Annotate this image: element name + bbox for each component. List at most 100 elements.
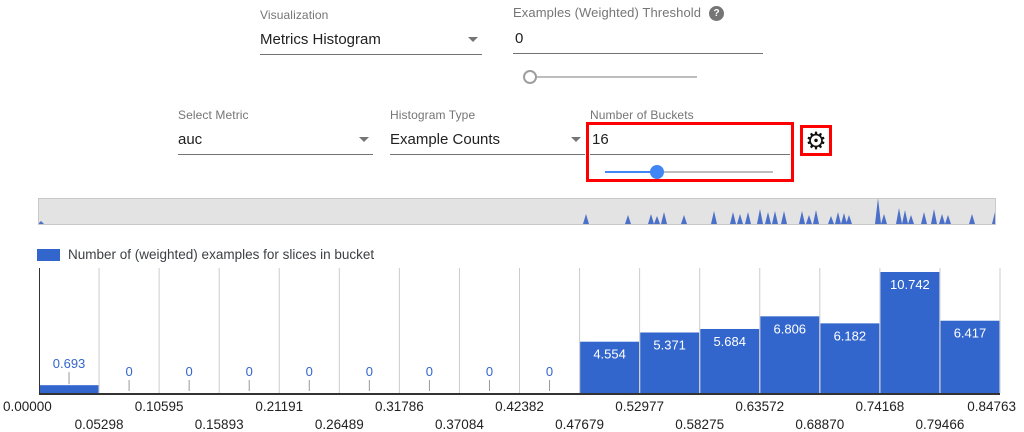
overview-spike	[908, 215, 914, 224]
bar-value-label: 5.371	[653, 338, 686, 353]
bar-value-label: 0	[186, 364, 193, 379]
overview-spike	[875, 199, 881, 224]
metrics-histogram-panel: Visualization Metrics Histogram Examples…	[0, 0, 1024, 432]
x-axis-label: 0.84763	[967, 399, 1016, 414]
x-axis-label: 0.05298	[75, 417, 124, 432]
chevron-down-icon	[359, 137, 369, 142]
bar-value-label: 5.684	[713, 334, 746, 349]
visualization-control: Visualization Metrics Histogram	[260, 8, 482, 55]
x-axis-label: 0.15893	[195, 417, 244, 432]
overview-spike	[781, 211, 787, 224]
num-buckets-input[interactable]	[590, 131, 790, 155]
bar-value-label: 0	[426, 364, 433, 379]
overview-spike	[654, 216, 660, 224]
bar-value-label: 0	[486, 364, 493, 379]
chevron-down-icon	[468, 37, 478, 42]
select-metric-label: Select Metric	[178, 108, 373, 122]
bar-value-label: 0	[546, 364, 553, 379]
threshold-slider[interactable]	[523, 70, 697, 84]
overview-spike	[806, 215, 812, 224]
overview-spike	[835, 212, 841, 224]
overview-spike	[921, 212, 927, 224]
num-buckets-label: Number of Buckets	[590, 108, 790, 122]
overview-spike	[846, 215, 852, 224]
overview-spike	[737, 214, 743, 224]
overview-spike	[772, 211, 778, 224]
overview-spike	[648, 214, 654, 224]
visualization-label: Visualization	[260, 8, 482, 22]
chevron-down-icon	[571, 137, 581, 142]
overview-svg	[39, 199, 995, 224]
histogram-type-select[interactable]: Example Counts	[390, 131, 585, 155]
overview-spike	[931, 209, 937, 224]
overview-spike	[881, 214, 887, 224]
overview-spike	[39, 221, 44, 224]
num-buckets-slider[interactable]	[605, 165, 773, 179]
visualization-select[interactable]: Metrics Histogram	[260, 31, 482, 55]
x-axis-label: 0.58275	[675, 417, 724, 432]
threshold-input[interactable]	[513, 30, 763, 54]
legend-label: Number of (weighted) examples for slices…	[68, 247, 374, 262]
bar-value-label: 0	[125, 364, 132, 379]
histogram-svg: 0.693000000004.5545.3715.6846.8066.18210…	[0, 262, 1024, 432]
overview-spike	[757, 209, 763, 224]
overview-spike	[745, 212, 751, 224]
overview-spike	[841, 213, 847, 224]
legend-swatch	[37, 249, 60, 261]
overview-spike	[799, 211, 805, 224]
settings-gear-icon[interactable]: ⚙	[801, 126, 831, 156]
overview-spike	[625, 215, 631, 224]
x-axis-label: 0.63572	[735, 399, 784, 414]
overview-spike	[711, 211, 717, 224]
overview-spike	[730, 212, 736, 224]
overview-spike	[765, 212, 771, 224]
x-axis-label: 0.52977	[615, 399, 664, 414]
bar-value-label: 0	[246, 364, 253, 379]
x-axis-label: 0.31786	[375, 399, 424, 414]
overview-spike	[969, 214, 975, 224]
overview-spike	[902, 210, 908, 224]
bar-value-label: 6.417	[954, 326, 987, 341]
threshold-slider-knob[interactable]	[523, 70, 537, 84]
x-axis-label: 0.47679	[555, 417, 604, 432]
x-axis-label: 0.79466	[916, 417, 965, 432]
overview-spike	[992, 212, 995, 224]
select-metric-value: auc	[178, 131, 202, 148]
threshold-label: Examples (Weighted) Threshold?	[513, 5, 763, 21]
overview-strip[interactable]	[38, 198, 996, 225]
select-metric-select[interactable]: auc	[178, 131, 373, 155]
overview-spike	[939, 214, 945, 224]
x-axis-label: 0.10595	[135, 399, 184, 414]
x-axis-label: 0.42382	[495, 399, 544, 414]
bar-value-label: 6.806	[774, 321, 807, 336]
select-metric-control: Select Metric auc	[178, 108, 373, 155]
visualization-value: Metrics Histogram	[260, 31, 381, 48]
overview-spike	[828, 216, 834, 224]
x-axis-label: 0.21191	[255, 399, 303, 414]
overview-spike	[661, 212, 667, 224]
histogram-type-control: Histogram Type Example Counts	[390, 108, 585, 155]
x-axis-label: 0.00000	[3, 399, 52, 414]
bar-value-label: 4.554	[593, 347, 626, 362]
overview-spike	[583, 214, 589, 224]
overview-spike	[945, 215, 951, 224]
num-buckets-control: Number of Buckets	[590, 108, 790, 155]
histogram-bar	[40, 385, 99, 393]
x-axis-label: 0.68870	[795, 417, 844, 432]
histogram-type-value: Example Counts	[390, 131, 500, 148]
histogram-chart: 0.693000000004.5545.3715.6846.8066.18210…	[0, 262, 1024, 432]
bar-value-label: 0	[366, 364, 373, 379]
histogram-type-label: Histogram Type	[390, 108, 585, 122]
threshold-control: Examples (Weighted) Threshold?	[513, 5, 763, 54]
overview-spike	[896, 208, 902, 224]
bar-value-label: 10.742	[890, 277, 930, 292]
chart-legend: Number of (weighted) examples for slices…	[37, 247, 374, 262]
bar-value-label: 0	[306, 364, 313, 379]
overview-spike	[813, 210, 819, 224]
num-buckets-slider-knob[interactable]	[650, 165, 664, 179]
x-axis-label: 0.74168	[855, 399, 904, 414]
help-icon[interactable]: ?	[709, 6, 724, 21]
overview-spike	[681, 215, 687, 224]
x-axis-label: 0.37084	[435, 417, 484, 432]
x-axis-label: 0.26489	[315, 417, 364, 432]
